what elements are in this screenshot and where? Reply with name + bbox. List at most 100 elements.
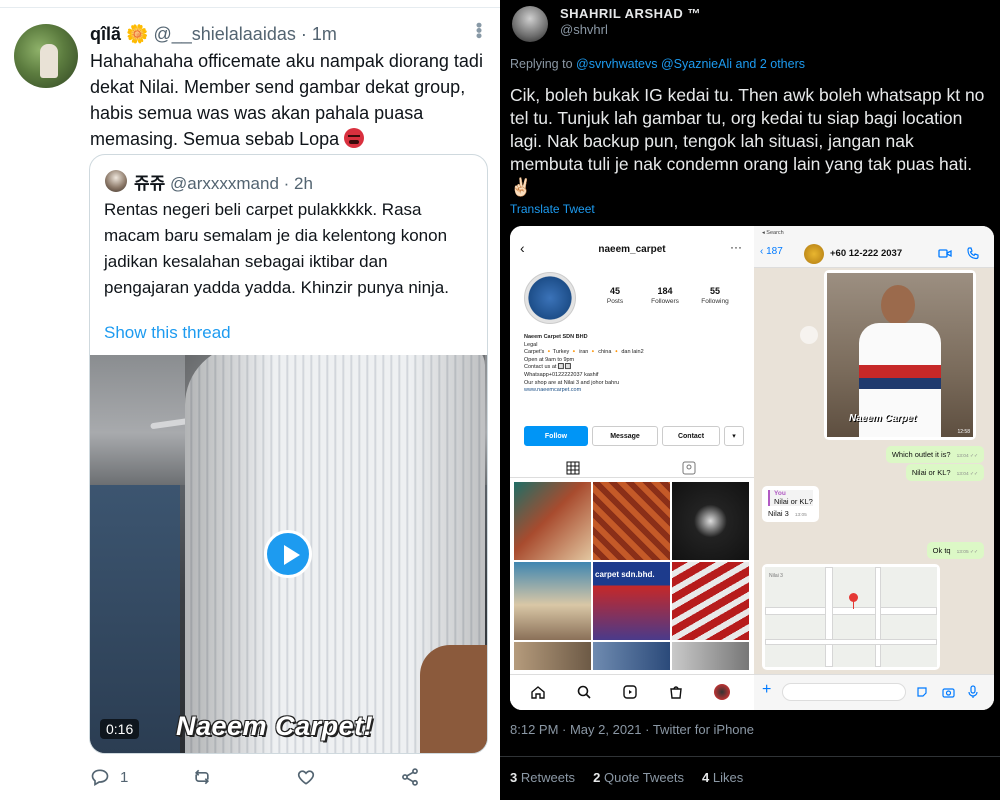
top-divider <box>0 0 500 8</box>
left-tweet-panel: qîlã 🌼 @__shielalaaidas · 1m ••• Hahahah… <box>0 0 500 800</box>
microphone-icon <box>968 685 978 698</box>
wa-image-message: Naeem Carpet 12:58 <box>824 270 976 440</box>
translate-tweet-link[interactable]: Translate Tweet <box>510 202 595 216</box>
map-thumbnail: Nilai 3 <box>765 567 937 667</box>
reply-icon <box>91 769 109 786</box>
like-button[interactable] <box>296 764 316 790</box>
quoted-tweet-header: 쥬쥬 @arxxxxmand · 2h <box>134 174 313 193</box>
right-tweet-panel: SHAHRIL ARSHAD ™ @shvhrl Replying to @sv… <box>500 0 1000 800</box>
ig-tile-text: carpet sdn.bhd. <box>595 570 655 579</box>
flower-emoji: 🌼 <box>126 24 149 44</box>
camera-icon <box>942 688 955 698</box>
tweet-text: Hahahahaha officemate aku nampak diorang… <box>90 51 483 149</box>
ig-post-tile <box>593 482 670 560</box>
tweet-meta: 8:12 PM · May 2, 2021 · Twitter for iPho… <box>510 722 754 737</box>
video-player[interactable]: 0:16 Naeem Carpet! <box>90 355 487 753</box>
user-avatar[interactable] <box>14 24 78 88</box>
wa-contact-avatar <box>804 244 824 264</box>
map-label: Nilai 3 <box>769 573 783 579</box>
wa-location-message: Nilai 3 <box>762 564 940 670</box>
heart-icon <box>297 770 315 785</box>
author-handle[interactable]: @shvhrl <box>560 22 608 37</box>
video-caption: Naeem Carpet! <box>176 711 374 741</box>
search-icon <box>577 685 591 699</box>
wa-message-field <box>782 683 906 701</box>
tweet-stats: 3 Retweets 2 Quote Tweets 4 Likes <box>510 770 743 785</box>
tweet-actions: 1 <box>90 764 490 790</box>
display-name[interactable]: qîlã <box>90 24 121 44</box>
wa-message-out: Which outlet it is? 13:04 ✓✓ <box>885 446 984 463</box>
reply-button[interactable]: 1 <box>90 764 128 790</box>
retweet-icon <box>194 769 210 785</box>
ig-post-tile <box>593 642 670 670</box>
ig-message-button: Message <box>592 426 658 446</box>
tweet-header: qîlã 🌼 @__shielalaaidas · 1m <box>90 24 337 44</box>
ig-post-tile <box>672 482 749 560</box>
ig-post-tile <box>514 562 591 640</box>
home-icon <box>531 686 545 699</box>
ig-bottom-nav <box>510 674 754 710</box>
ig-post-tile <box>514 482 591 560</box>
wa-header: ◂ Search ‹ 187 +60 12-222 2037 <box>754 226 994 268</box>
author-avatar[interactable] <box>512 6 548 42</box>
quoted-tweet-text: Rentas negeri beli carpet pulakkkkk. Ras… <box>104 200 449 297</box>
video-call-icon <box>938 249 952 258</box>
quoted-user-handle: @arxxxxmand <box>170 174 279 193</box>
forward-icon <box>800 326 818 344</box>
stats-divider <box>500 756 1000 757</box>
shop-icon <box>670 686 682 699</box>
map-pin-icon <box>849 593 858 609</box>
share-icon <box>402 768 418 786</box>
ig-bio: Naeem Carpet SDN BHD Legal Carpet's 🔸Tur… <box>524 334 644 394</box>
likes-stat[interactable]: 4 Likes <box>702 770 743 785</box>
tweet-time[interactable]: 1m <box>312 24 337 44</box>
angry-face-emoji-icon <box>344 128 365 148</box>
ig-post-grid: carpet sdn.bhd. <box>514 482 750 670</box>
wa-plus-icon: + <box>762 681 772 698</box>
wa-search-back: ◂ Search <box>762 230 784 236</box>
play-button-icon[interactable] <box>264 530 312 578</box>
ig-username: naeem_carpet <box>598 244 666 255</box>
ig-stat-followers: 184 Followers <box>651 286 679 305</box>
quote-tweets-stat[interactable]: 2 Quote Tweets <box>593 770 684 785</box>
wa-image-time: 12:58 <box>957 429 970 435</box>
instagram-screenshot: ‹ naeem_carpet ··· 45 Posts 184 Follower… <box>510 226 754 710</box>
wa-back-button: ‹ 187 <box>760 246 783 257</box>
ig-stat-following: 55 Following <box>701 286 729 305</box>
user-handle[interactable]: @__shielalaaidas <box>153 24 295 44</box>
retweets-stat[interactable]: 3 Retweets <box>510 770 575 785</box>
retweet-button[interactable] <box>192 764 212 790</box>
more-options-icon[interactable]: ••• <box>468 22 489 38</box>
video-duration: 0:16 <box>100 719 140 739</box>
reply-count: 1 <box>120 768 129 786</box>
ig-dropdown-icon: ▾ <box>724 426 744 446</box>
wa-contact-number: +60 12-222 2037 <box>830 248 903 259</box>
wa-reply-quote: You Nilai or KL? <box>768 490 813 506</box>
attached-image[interactable]: ‹ naeem_carpet ··· 45 Posts 184 Follower… <box>510 226 994 710</box>
quoted-tweet[interactable]: 쥬쥬 @arxxxxmand · 2h Rentas negeri beli c… <box>89 154 488 754</box>
ig-follow-button: Follow <box>524 426 588 446</box>
replying-to-mentions[interactable]: @svrvhwatevs @SyaznieAli and 2 others <box>576 57 805 71</box>
ig-post-tile <box>672 642 749 670</box>
reply-tweet-text: Cik, boleh bukak IG kedai tu. Then awk b… <box>510 85 985 197</box>
ig-profile-picture <box>524 272 576 324</box>
ig-contact-button: Contact <box>662 426 720 446</box>
sticker-icon <box>917 687 927 697</box>
phone-icon <box>967 247 979 260</box>
quoted-display-name: 쥬쥬 <box>134 174 166 193</box>
author-display-name[interactable]: SHAHRIL ARSHAD ™ <box>560 6 701 21</box>
quoted-tweet-time: 2h <box>294 174 313 193</box>
replying-to: Replying to @svrvhwatevs @SyaznieAli and… <box>510 57 805 71</box>
wa-message-out: Nilai or KL? 13:04 ✓✓ <box>905 464 984 481</box>
ig-tabs <box>510 458 754 478</box>
show-thread-link[interactable]: Show this thread <box>104 323 231 343</box>
ig-post-tile: carpet sdn.bhd. <box>593 562 670 640</box>
reels-icon <box>623 685 637 699</box>
share-button[interactable] <box>400 764 420 790</box>
profile-icon <box>714 684 730 700</box>
quoted-user-avatar[interactable] <box>105 170 127 192</box>
grid-icon <box>566 461 580 475</box>
ig-stat-posts: 45 Posts <box>606 286 624 305</box>
ig-more-icon: ··· <box>730 240 742 254</box>
wa-message-out: Ok tq 13:05 ✓✓ <box>926 542 984 559</box>
